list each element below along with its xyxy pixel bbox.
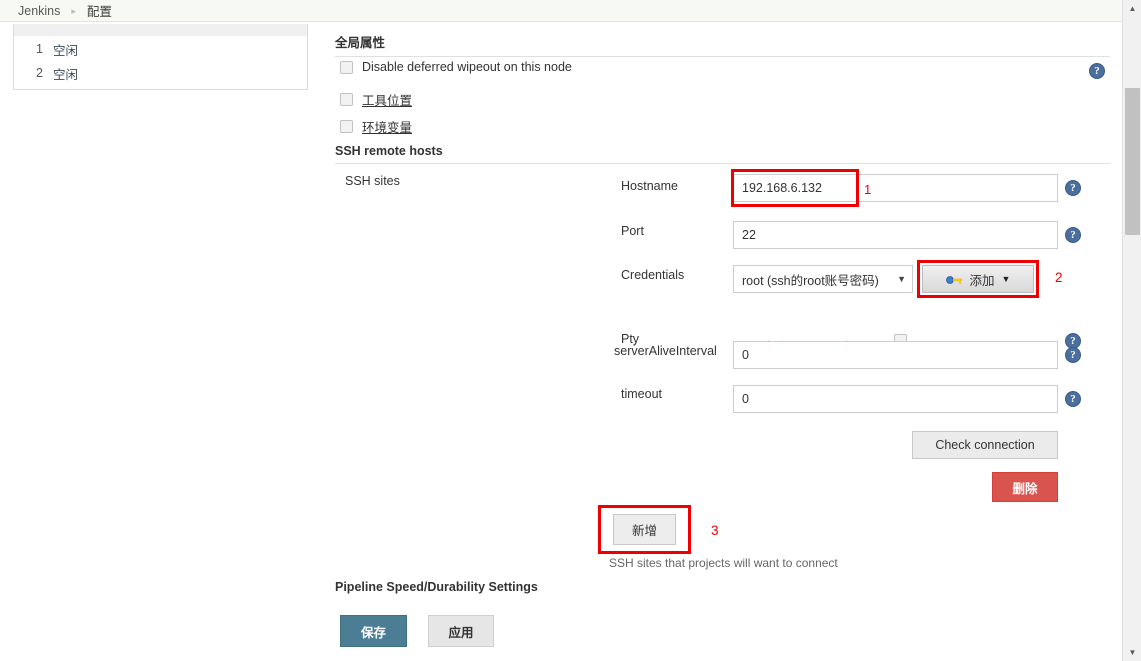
credentials-label: Credentials	[621, 268, 685, 282]
checkbox-label: Disable deferred wipeout on this node	[362, 60, 572, 74]
add-button-label: 添加	[969, 273, 995, 288]
help-icon[interactable]: ?	[1065, 347, 1081, 363]
checkbox-disable-deferred-wipeout[interactable]	[340, 60, 353, 74]
port-input[interactable]: 22	[733, 221, 1058, 249]
hostname-input[interactable]: 192.168.6.132	[733, 174, 1058, 202]
port-label: Port	[621, 224, 644, 238]
chevron-down-icon: ▼	[1001, 274, 1011, 284]
breadcrumb-separator-icon: ▸	[71, 6, 76, 16]
server-alive-interval-input[interactable]: 0	[733, 341, 1058, 369]
annotation-marker-1: 1	[864, 182, 872, 197]
scroll-up-arrow-icon[interactable]: ▲	[1123, 0, 1141, 17]
help-icon[interactable]: ?	[1065, 180, 1081, 196]
checkbox-label: 工具位置	[362, 94, 413, 108]
help-icon[interactable]: ?	[1065, 227, 1081, 243]
delete-button[interactable]: 删除	[992, 472, 1058, 502]
key-icon	[945, 274, 963, 285]
timeout-input[interactable]: 0	[733, 385, 1058, 413]
checkbox-environment-variables[interactable]	[340, 120, 353, 133]
credentials-select[interactable]: root (ssh的root账号密码) ▼	[733, 265, 913, 293]
breadcrumb-current[interactable]: 配置	[87, 1, 112, 20]
section-title-ssh-remote-hosts: SSH remote hosts	[335, 144, 1110, 164]
section-title-global-properties: 全局属性	[335, 32, 1110, 57]
breadcrumb: Jenkins ▸ 配置	[0, 0, 1122, 22]
annotation-marker-3: 3	[711, 523, 719, 538]
checkbox-row-environment-variables[interactable]: 环境变量	[340, 117, 412, 136]
check-connection-button[interactable]: Check connection	[912, 431, 1058, 459]
checkbox-row-disable-deferred-wipeout[interactable]: Disable deferred wipeout on this node	[340, 60, 572, 74]
checkbox-label: 环境变量	[362, 121, 413, 135]
checkbox-tool-locations[interactable]	[340, 93, 353, 106]
apply-button[interactable]: 应用	[428, 615, 494, 647]
save-button[interactable]: 保存	[340, 615, 407, 647]
scrollbar-thumb[interactable]	[1125, 88, 1140, 235]
scroll-down-arrow-icon[interactable]: ▼	[1123, 644, 1141, 661]
vertical-scrollbar[interactable]: ▲ ▼	[1122, 0, 1141, 661]
add-ssh-site-button[interactable]: 新增	[613, 514, 676, 545]
help-icon[interactable]: ?	[1065, 391, 1081, 407]
configuration-form: 全局属性 Disable deferred wipeout on this no…	[0, 22, 1122, 661]
hostname-label: Hostname	[621, 179, 678, 193]
server-alive-interval-label: serverAliveInterval	[614, 344, 717, 358]
ssh-sites-help-text: SSH sites that projects will want to con…	[609, 556, 838, 570]
ssh-sites-group-label: SSH sites	[345, 174, 400, 188]
checkbox-row-tool-locations[interactable]: 工具位置	[340, 90, 412, 109]
breadcrumb-root[interactable]: Jenkins	[18, 4, 60, 18]
credentials-selected-value: root (ssh的root账号密码)	[742, 273, 879, 288]
help-icon[interactable]: ?	[1089, 63, 1105, 79]
timeout-label: timeout	[621, 387, 662, 401]
annotation-marker-2: 2	[1055, 270, 1063, 285]
chevron-down-icon: ▼	[897, 274, 906, 284]
add-credentials-button[interactable]: 添加 ▼	[922, 265, 1034, 293]
